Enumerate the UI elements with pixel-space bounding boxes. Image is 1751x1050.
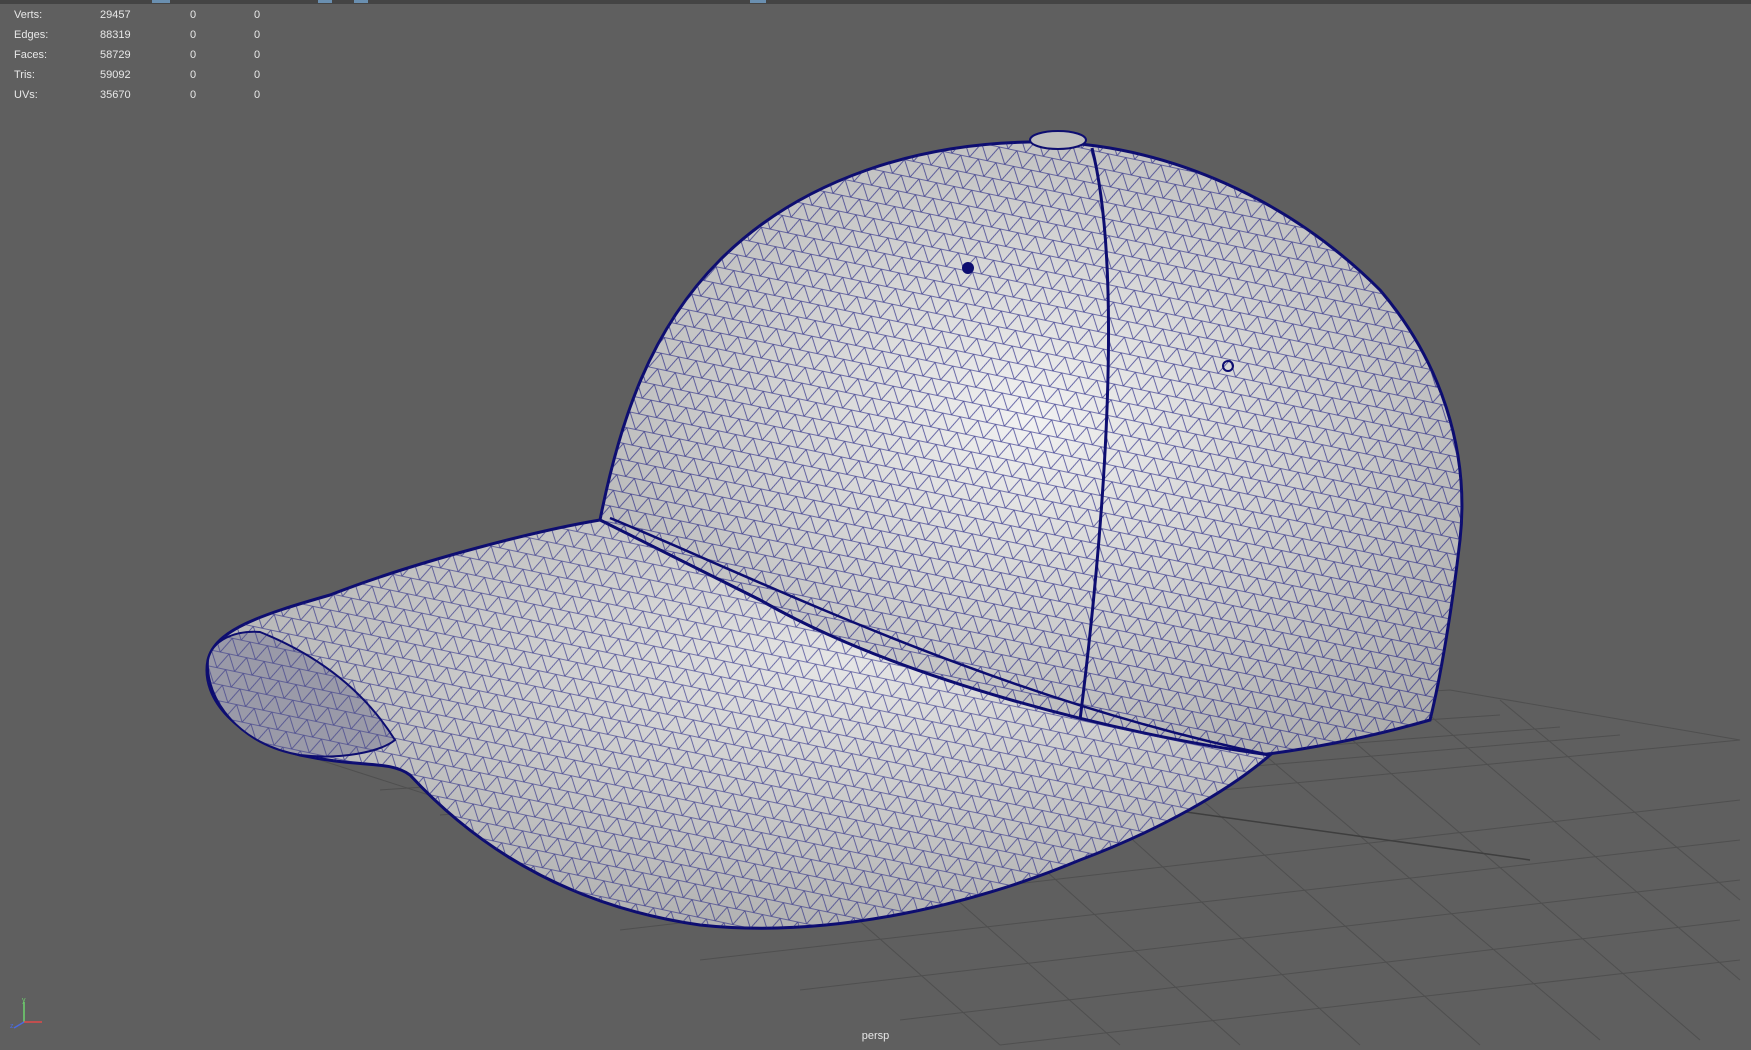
hud-component: 0 — [254, 89, 261, 101]
cap-button[interactable] — [1029, 130, 1087, 150]
hud-component: 0 — [254, 29, 261, 41]
hud-row-faces: Faces: 58729 0 0 — [14, 45, 284, 65]
scene-view[interactable] — [0, 0, 1751, 1050]
poly-count-hud: Verts: 29457 0 0 Edges: 88319 0 0 Faces:… — [14, 5, 284, 105]
hud-component: 0 — [254, 49, 261, 61]
hud-label: UVs: — [14, 89, 38, 101]
hud-value: 58729 — [100, 49, 131, 61]
hud-selected: 0 — [190, 9, 197, 21]
hud-row-verts: Verts: 29457 0 0 — [14, 5, 284, 25]
camera-name-label: persp — [861, 1030, 890, 1042]
hud-value: 59092 — [100, 69, 131, 81]
hud-selected: 0 — [190, 89, 197, 101]
maya-viewport[interactable]: Verts: 29457 0 0 Edges: 88319 0 0 Faces:… — [0, 0, 1751, 1050]
hud-row-tris: Tris: 59092 0 0 — [14, 65, 284, 85]
hud-label: Edges: — [14, 29, 49, 41]
hud-value: 88319 — [100, 29, 131, 41]
hud-selected: 0 — [190, 29, 197, 41]
cap-mesh[interactable] — [205, 130, 1464, 930]
hud-selected: 0 — [190, 69, 197, 81]
hud-label: Verts: — [14, 9, 43, 21]
hud-value: 29457 — [100, 9, 131, 21]
hud-selected: 0 — [190, 49, 197, 61]
hud-label: Tris: — [14, 69, 35, 81]
hud-component: 0 — [254, 69, 261, 81]
eyelet — [962, 262, 974, 274]
hud-label: Faces: — [14, 49, 48, 61]
hud-row-edges: Edges: 88319 0 0 — [14, 25, 284, 45]
svg-text:y: y — [22, 997, 26, 1004]
hud-value: 35670 — [100, 89, 131, 101]
hud-component: 0 — [254, 9, 261, 21]
svg-text:z: z — [10, 1023, 14, 1030]
hud-row-uvs: UVs: 35670 0 0 — [14, 85, 284, 105]
